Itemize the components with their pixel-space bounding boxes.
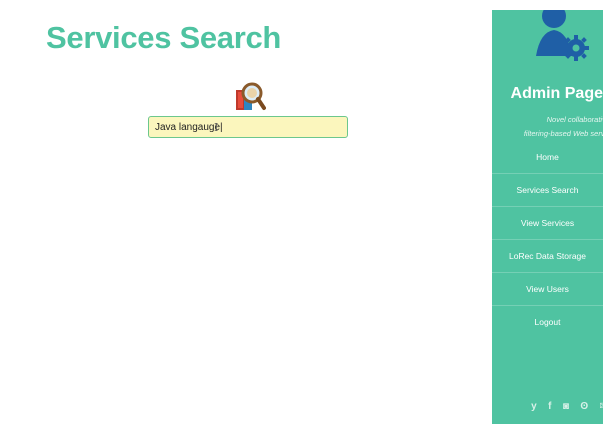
search-input[interactable] xyxy=(148,116,348,138)
text-cursor-icon: I xyxy=(214,121,219,134)
admin-avatar-icon xyxy=(536,10,589,61)
page-title: Services Search xyxy=(46,20,282,55)
sidebar-item-services-search[interactable]: Services Search xyxy=(492,174,603,207)
sidebar-subtitle-line2: filtering-based Web servic xyxy=(523,129,603,138)
sidebar: Admin Page Novel collaborative filtering… xyxy=(492,10,603,424)
sidebar-nav: Home Services Search View Services LoRec… xyxy=(492,141,603,338)
magnifier-book-icon xyxy=(236,82,266,110)
page-frame: Services Search I xyxy=(6,10,603,424)
facebook-icon[interactable]: f xyxy=(548,401,551,412)
sidebar-item-logout[interactable]: Logout xyxy=(492,306,603,338)
sidebar-item-view-users[interactable]: View Users xyxy=(492,273,603,306)
main-content: Services Search I xyxy=(6,10,492,424)
instagram-icon[interactable]: ◙ xyxy=(563,401,569,412)
sidebar-item-lorec-data-storage[interactable]: LoRec Data Storage xyxy=(492,240,603,273)
twitter-icon[interactable]: y xyxy=(531,401,537,412)
sidebar-title: Admin Page xyxy=(510,85,603,102)
social-links: y f ◙ ʘ ✉ xyxy=(492,396,603,414)
email-icon[interactable]: ✉ xyxy=(600,401,603,412)
sidebar-item-view-services[interactable]: View Services xyxy=(492,207,603,240)
sidebar-subtitle: Novel collaborative filtering-based Web … xyxy=(492,113,603,141)
sidebar-item-home[interactable]: Home xyxy=(492,141,603,174)
sidebar-subtitle-line1: Novel collaborative xyxy=(546,115,603,124)
github-icon[interactable]: ʘ xyxy=(580,401,588,412)
